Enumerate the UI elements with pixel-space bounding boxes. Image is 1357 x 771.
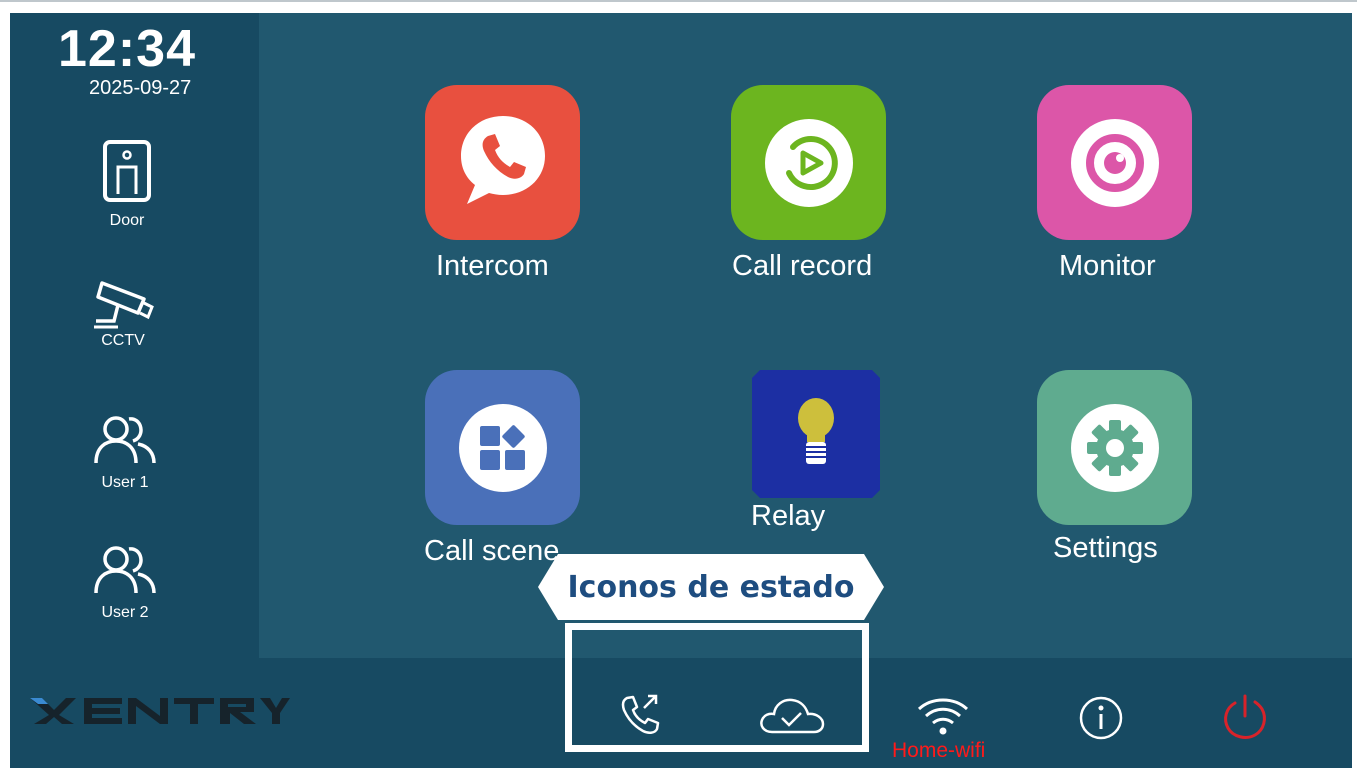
sidebar-item-label: CCTV [101, 332, 145, 349]
status-icons-callout: Iconos de estado [538, 554, 884, 620]
clock-time: 12:34 [58, 20, 196, 78]
sidebar-item-user-2[interactable]: User 2 [65, 543, 185, 622]
grid-scene-icon [458, 403, 547, 492]
wifi-icon[interactable] [916, 695, 970, 742]
callout-text: Iconos de estado [567, 569, 855, 605]
sidebar: 12:34 2025-09-27 Door CCTV User 1 User 2 [10, 13, 259, 658]
sidebar-item-user-1[interactable]: User 1 [65, 413, 185, 492]
phone-bubble-icon [455, 112, 551, 213]
status-icons-highlight-box [565, 623, 869, 752]
play-record-icon [764, 118, 853, 207]
power-icon[interactable] [1220, 692, 1270, 747]
app-tile [425, 370, 580, 525]
app-tile [731, 85, 886, 240]
sidebar-item-door[interactable]: Door [67, 139, 187, 230]
app-label-settings: Settings [1053, 532, 1158, 564]
wifi-network-name: Home-wifi [892, 739, 986, 762]
clock-date: 2025-09-27 [89, 77, 192, 99]
app-label-monitor: Monitor [1059, 250, 1156, 282]
cctv-camera-icon [63, 277, 183, 338]
users-icon [65, 413, 185, 472]
door-icon [67, 139, 187, 210]
app-tile [425, 85, 580, 240]
app-label-call-record: Call record [732, 250, 873, 282]
users-icon [65, 543, 185, 602]
gear-icon [1070, 403, 1159, 492]
app-call-record[interactable] [731, 85, 886, 240]
top-border [0, 0, 1357, 2]
info-icon[interactable] [1078, 695, 1124, 746]
sidebar-item-label: User 1 [101, 474, 149, 491]
app-tile [1037, 85, 1192, 240]
app-intercom[interactable] [425, 85, 580, 240]
app-relay[interactable] [752, 370, 880, 498]
app-label-call-scene: Call scene [424, 535, 560, 567]
app-call-scene[interactable] [425, 370, 580, 525]
app-label-intercom: Intercom [436, 250, 549, 282]
app-settings[interactable] [1037, 370, 1192, 525]
brand-logo [28, 696, 290, 731]
app-tile [1037, 370, 1192, 525]
light-bulb-icon [794, 396, 838, 473]
sidebar-item-cctv[interactable]: CCTV [63, 277, 183, 350]
sidebar-item-label: Door [109, 212, 145, 229]
app-monitor[interactable] [1037, 85, 1192, 240]
app-label-relay: Relay [751, 500, 826, 532]
app-tile [752, 370, 880, 498]
eye-lens-icon [1070, 118, 1159, 207]
sidebar-item-label: User 2 [101, 604, 149, 621]
